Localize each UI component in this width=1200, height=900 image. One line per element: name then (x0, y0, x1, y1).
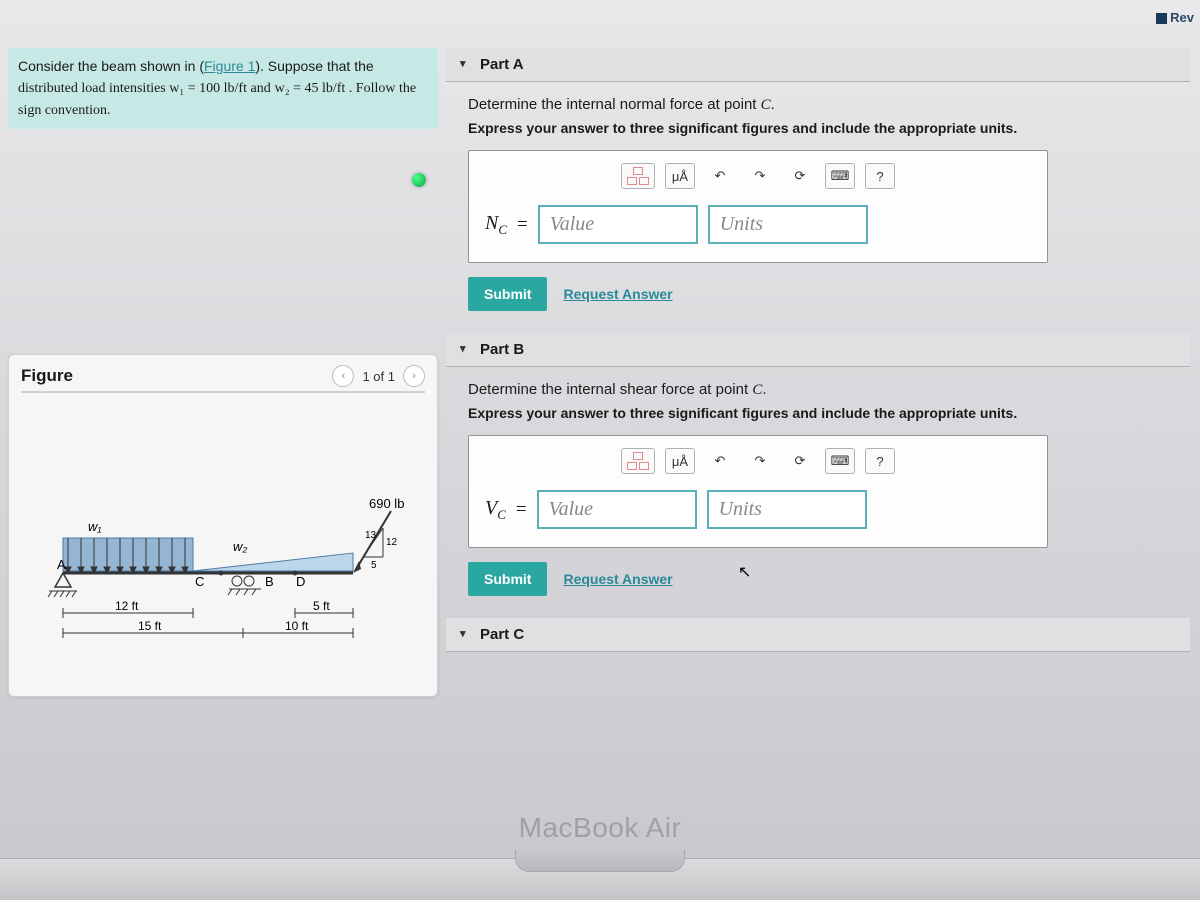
redo-icon[interactable]: ↷ (745, 448, 775, 474)
symbols-button[interactable]: μÅ (665, 163, 695, 189)
templates-icon[interactable] (621, 448, 655, 474)
variable-label: NC (485, 212, 507, 238)
part-a-section: Part A Determine the internal normal for… (446, 48, 1190, 319)
request-answer-link[interactable]: Request Answer (563, 571, 672, 587)
request-answer-link[interactable]: Request Answer (563, 286, 672, 302)
figure-title: Figure (21, 366, 73, 386)
svg-text:5: 5 (371, 560, 377, 571)
templates-icon[interactable] (621, 163, 655, 189)
status-dot-icon (412, 173, 426, 187)
part-c-section: Part C (446, 618, 1190, 652)
prompt-line2: distributed load intensities w₁ = 100 lb… (18, 81, 271, 96)
figure-prev-button[interactable]: ‹ (332, 365, 354, 387)
reset-icon[interactable]: ⟳ (785, 448, 815, 474)
redo-icon[interactable]: ↷ (745, 163, 775, 189)
svg-text:12: 12 (386, 537, 398, 548)
keyboard-icon[interactable]: ⌨ (825, 448, 855, 474)
part-c-title: Part C (480, 626, 524, 643)
svg-text:10 ft: 10 ft (285, 619, 309, 633)
part-a-answer-box: μÅ ↶ ↷ ⟳ ⌨ ? NC = (468, 150, 1048, 263)
part-a-hint: Express your answer to three significant… (468, 120, 1178, 136)
svg-text:D: D (296, 574, 305, 589)
symbols-button[interactable]: μÅ (665, 448, 695, 474)
figure-next-button[interactable]: › (403, 365, 425, 387)
units-input[interactable] (707, 490, 867, 529)
problem-prompt: Consider the beam shown in (Figure 1). S… (8, 48, 438, 129)
units-input[interactable] (708, 205, 868, 244)
part-b-body: Determine the internal shear force at po… (446, 367, 1190, 604)
submit-button[interactable]: Submit (468, 277, 547, 311)
prompt-text: Consider the beam shown in ( (18, 58, 204, 74)
keyboard-icon[interactable]: ⌨ (825, 163, 855, 189)
prompt-text: ). Suppose that the (255, 58, 373, 74)
part-b-header[interactable]: Part B (446, 333, 1190, 367)
figure-counter: 1 of 1 (362, 369, 395, 384)
svg-text:13: 13 (365, 530, 377, 541)
laptop-brand: MacBook Air (0, 812, 1200, 844)
help-button[interactable]: ? (865, 448, 895, 474)
part-b-submit-row: Submit Request Answer (468, 562, 1178, 596)
part-a-body: Determine the internal normal force at p… (446, 82, 1190, 319)
equals-sign: = (516, 499, 527, 521)
part-b-title: Part B (480, 341, 524, 358)
undo-icon[interactable]: ↶ (705, 163, 735, 189)
figure-image: 13 12 5 690 lb A C B D w₁ w₂ (21, 413, 425, 666)
svg-text:w₂: w₂ (233, 539, 247, 554)
reset-icon[interactable]: ⟳ (785, 163, 815, 189)
part-a-toolbar: μÅ ↶ ↷ ⟳ ⌨ ? (485, 163, 1031, 189)
part-c-header[interactable]: Part C (446, 618, 1190, 652)
left-column: Consider the beam shown in (Figure 1). S… (8, 48, 438, 890)
part-a-submit-row: Submit Request Answer (468, 277, 1178, 311)
variable-label: VC (485, 497, 506, 523)
main-container: Consider the beam shown in (Figure 1). S… (0, 0, 1200, 900)
figure-panel: Figure ‹ 1 of 1 › (8, 354, 438, 697)
svg-text:B: B (265, 574, 274, 589)
svg-text:w₁: w₁ (88, 519, 102, 534)
laptop-notch (515, 850, 685, 872)
svg-text:A: A (57, 557, 66, 572)
bookmark-icon (1156, 13, 1167, 24)
part-a-title: Part A (480, 56, 524, 73)
part-b-instruction: Determine the internal shear force at po… (468, 381, 1178, 399)
review-link[interactable]: Rev (1156, 10, 1194, 25)
figure-header: Figure ‹ 1 of 1 › (21, 365, 425, 393)
value-input[interactable] (537, 490, 697, 529)
part-b-input-row: VC = (485, 490, 1031, 529)
value-input[interactable] (538, 205, 698, 244)
equals-sign: = (517, 214, 528, 236)
part-b-hint: Express your answer to three significant… (468, 405, 1178, 421)
figure-nav: ‹ 1 of 1 › (332, 365, 425, 387)
svg-text:C: C (195, 574, 204, 589)
part-b-answer-box: μÅ ↶ ↷ ⟳ ⌨ ? VC = (468, 435, 1048, 548)
svg-text:5 ft: 5 ft (313, 599, 330, 613)
submit-button[interactable]: Submit (468, 562, 547, 596)
right-column: Part A Determine the internal normal for… (446, 48, 1190, 890)
part-a-header[interactable]: Part A (446, 48, 1190, 82)
part-b-section: Part B Determine the internal shear forc… (446, 333, 1190, 604)
undo-icon[interactable]: ↶ (705, 448, 735, 474)
svg-text:690 lb: 690 lb (369, 496, 404, 511)
part-a-instruction: Determine the internal normal force at p… (468, 96, 1178, 114)
part-b-toolbar: μÅ ↶ ↷ ⟳ ⌨ ? (485, 448, 1031, 474)
svg-text:12 ft: 12 ft (115, 599, 139, 613)
part-a-input-row: NC = (485, 205, 1031, 244)
svg-text:15 ft: 15 ft (138, 619, 162, 633)
figure-link[interactable]: Figure 1 (204, 58, 255, 74)
help-button[interactable]: ? (865, 163, 895, 189)
